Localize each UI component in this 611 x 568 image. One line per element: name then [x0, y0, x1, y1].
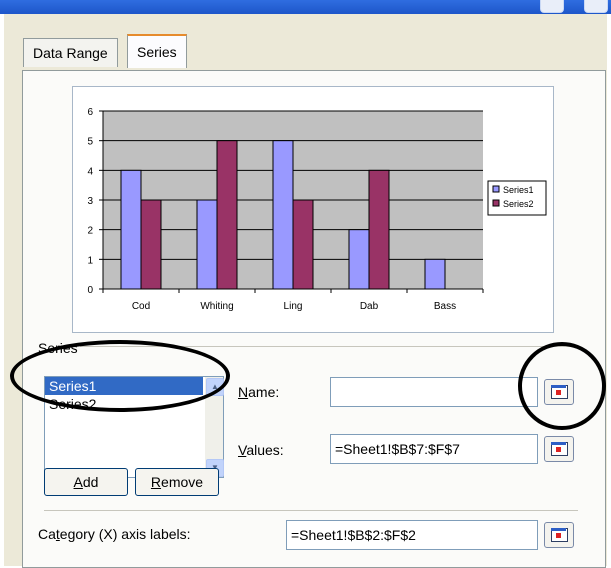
bar-chart: 0 1 2 3 4 5 6 Cod Whiting Ling Dab Bass Series1 Serie…: [87, 107, 547, 312]
window-title-bar: [0, 0, 611, 14]
add-label-rest: dd: [82, 474, 99, 490]
y-tick-label: 0: [87, 285, 93, 296]
collapse-dialog-icon-bar: [551, 442, 566, 445]
bar-series2-cod: [140, 199, 162, 290]
bar-series2-ling: [292, 199, 314, 290]
list-item[interactable]: Series2: [45, 395, 203, 413]
divider: [44, 510, 578, 511]
name-ref-button[interactable]: [544, 379, 574, 405]
bar-series1-dab: [348, 229, 370, 290]
bar-series1-cod: [120, 169, 142, 290]
legend-swatch: [492, 185, 500, 193]
y-tick-label: 2: [87, 226, 93, 237]
collapse-dialog-icon-bar: [551, 528, 566, 531]
y-tick-label: 1: [87, 255, 93, 266]
list-item[interactable]: Series1: [45, 377, 203, 395]
bar-series2-whiting: [216, 140, 238, 290]
listbox-scrollbar[interactable]: ▲ ▼: [205, 377, 224, 477]
collapse-dialog-icon-dot: [556, 533, 561, 538]
legend-label: Series1: [503, 185, 534, 195]
chart-preview: 0 1 2 3 4 5 6 Cod Whiting Ling Dab Bass Series1 Serie…: [72, 86, 554, 333]
x-tick-label: Cod: [132, 301, 150, 312]
values-field[interactable]: =Sheet1!$B$7:$F$7: [330, 434, 538, 464]
minimize-button[interactable]: [540, 0, 564, 13]
collapse-dialog-icon-dot: [556, 447, 561, 452]
collapse-dialog-icon-dot: [556, 390, 561, 395]
bar-series1-whiting: [196, 199, 218, 290]
series-listbox[interactable]: Series1 Series2 ▲ ▼: [44, 376, 224, 478]
x-tick-label: Ling: [284, 301, 303, 312]
remove-label-rest: emove: [161, 474, 204, 490]
legend-label: Series2: [503, 199, 534, 209]
tab-data-range[interactable]: Data Range: [23, 38, 118, 67]
scroll-up-icon[interactable]: ▲: [206, 378, 224, 396]
values-label: Values:: [238, 442, 284, 458]
bar-series2-dab: [368, 169, 390, 290]
values-ref-button[interactable]: [544, 436, 574, 462]
y-tick-label: 5: [87, 137, 93, 148]
bar-series1-ling: [272, 140, 294, 290]
y-tick-label: 3: [87, 196, 93, 207]
values-label-rest: alues:: [246, 442, 284, 458]
category-axis-field[interactable]: =Sheet1!$B$2:$F$2: [286, 520, 538, 550]
divider: [44, 346, 578, 347]
y-tick-label: 6: [87, 107, 93, 118]
x-tick-label: Dab: [360, 301, 379, 312]
y-tick-label: 4: [87, 166, 93, 177]
name-label: Name:: [238, 384, 280, 400]
x-tick-label: Bass: [434, 301, 456, 312]
close-button[interactable]: [584, 0, 608, 13]
legend-swatch: [492, 199, 500, 207]
remove-button[interactable]: Remove: [135, 468, 219, 496]
collapse-dialog-icon-bar: [551, 385, 566, 388]
category-ref-button[interactable]: [544, 522, 574, 548]
name-field[interactable]: [330, 377, 538, 407]
series-heading: Series: [38, 340, 80, 356]
x-tick-label: Whiting: [200, 301, 233, 312]
name-label-rest: ame:: [248, 384, 280, 400]
category-axis-label: Category (X) axis labels:: [38, 526, 191, 542]
source-data-dialog: Data Range Series 0 1 2 3 4 5 6 Cod Whiting Ling D…: [4, 14, 607, 568]
bar-series1-bass: [424, 258, 446, 290]
tab-series[interactable]: Series: [127, 34, 187, 68]
add-button[interactable]: Add: [44, 468, 128, 496]
